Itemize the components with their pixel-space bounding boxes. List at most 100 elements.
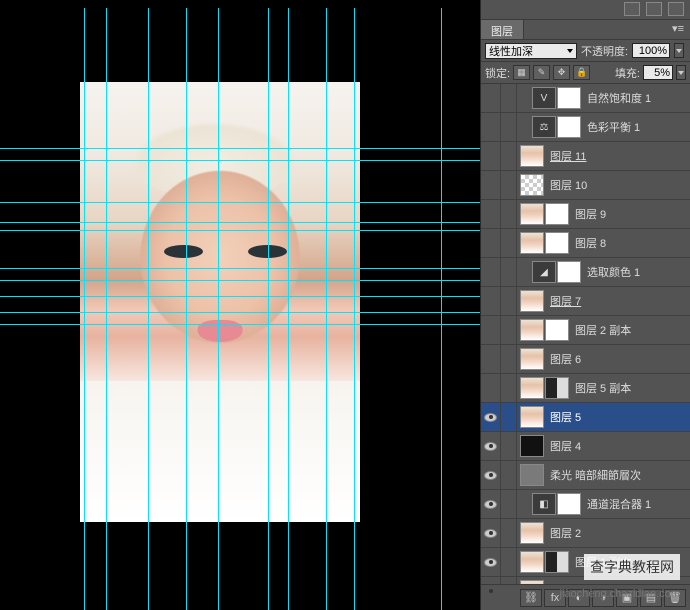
- panel-icon-3[interactable]: [668, 2, 684, 16]
- layer-thumbnail[interactable]: [520, 290, 544, 312]
- visibility-toggle[interactable]: [481, 374, 501, 402]
- layer-thumbnail[interactable]: [520, 348, 544, 370]
- tab-layers[interactable]: 图层: [481, 20, 524, 39]
- layer-thumbnail[interactable]: V: [532, 87, 556, 109]
- layer-name[interactable]: 图层 2: [550, 525, 687, 541]
- visibility-toggle[interactable]: [481, 171, 501, 199]
- layer-name[interactable]: 图层 8: [575, 235, 687, 251]
- layer-thumbnail[interactable]: [520, 377, 544, 399]
- layer-name[interactable]: 图层 11: [550, 148, 687, 164]
- photoshop-canvas-area[interactable]: [0, 0, 480, 610]
- layer-thumbnail[interactable]: ◧: [532, 493, 556, 515]
- layer-thumbnail[interactable]: [520, 174, 544, 196]
- visibility-toggle[interactable]: [481, 200, 501, 228]
- layer-thumbnail[interactable]: [520, 464, 544, 486]
- layer-row[interactable]: 图层 8: [481, 229, 690, 258]
- layer-thumbnail[interactable]: [520, 522, 544, 544]
- visibility-toggle[interactable]: [481, 548, 501, 576]
- layer-row[interactable]: 图层 10: [481, 171, 690, 200]
- layer-name[interactable]: 图层 7: [550, 293, 687, 309]
- layer-row[interactable]: 图层 5 副本: [481, 374, 690, 403]
- photo-content: [80, 82, 360, 522]
- opacity-stepper[interactable]: [674, 43, 684, 58]
- layer-row[interactable]: ⚖ 色彩平衡 1: [481, 113, 690, 142]
- layer-name[interactable]: 图层 9: [575, 206, 687, 222]
- layer-thumbnail[interactable]: [557, 116, 581, 138]
- visibility-toggle[interactable]: [481, 345, 501, 373]
- layer-name[interactable]: 图层 5: [550, 409, 687, 425]
- panel-tabs: 图层 ▾≡: [481, 20, 690, 40]
- fill-stepper[interactable]: [676, 65, 686, 80]
- layer-row[interactable]: 图层 2 副本: [481, 316, 690, 345]
- visibility-toggle[interactable]: [481, 84, 501, 112]
- layer-thumbnail[interactable]: [520, 145, 544, 167]
- layer-row[interactable]: ◢ 选取颜色 1: [481, 258, 690, 287]
- lock-transparent-button[interactable]: ▦: [513, 65, 530, 80]
- link-layers-button[interactable]: ⛓: [520, 589, 542, 607]
- visibility-toggle[interactable]: [481, 461, 501, 489]
- layer-thumbnail[interactable]: ⚖: [532, 116, 556, 138]
- link-column: [501, 403, 517, 431]
- panel-icon-1[interactable]: [624, 2, 640, 16]
- lock-all-button[interactable]: 🔒: [573, 65, 590, 80]
- visibility-toggle[interactable]: [481, 490, 501, 518]
- layer-row[interactable]: 图层 9: [481, 200, 690, 229]
- layer-thumbnail[interactable]: [520, 435, 544, 457]
- layer-row[interactable]: 图层 7: [481, 287, 690, 316]
- blend-mode-select[interactable]: 线性加深: [485, 43, 577, 59]
- layer-row[interactable]: 柔光 暗部細節層次: [481, 461, 690, 490]
- layer-row[interactable]: 图层 5: [481, 403, 690, 432]
- layer-row[interactable]: V 自然饱和度 1: [481, 84, 690, 113]
- layer-row[interactable]: ◧ 通道混合器 1: [481, 490, 690, 519]
- visibility-toggle[interactable]: [481, 287, 501, 315]
- layer-thumbnail[interactable]: [557, 261, 581, 283]
- visibility-toggle[interactable]: [481, 519, 501, 547]
- visibility-toggle[interactable]: [481, 432, 501, 460]
- layer-thumbnail[interactable]: [545, 377, 569, 399]
- panel-icon-2[interactable]: [646, 2, 662, 16]
- layer-thumbnail[interactable]: [520, 232, 544, 254]
- layer-thumbnail[interactable]: [520, 203, 544, 225]
- layer-row[interactable]: 图层 2: [481, 519, 690, 548]
- fill-input[interactable]: 5%: [643, 65, 673, 80]
- layer-thumbnail[interactable]: [545, 232, 569, 254]
- layer-thumbnail[interactable]: [545, 203, 569, 225]
- visibility-toggle[interactable]: [481, 316, 501, 344]
- layer-thumbnail[interactable]: [520, 319, 544, 341]
- layer-name[interactable]: 图层 5 副本: [575, 380, 687, 396]
- panel-menu-icon[interactable]: ▾≡: [666, 20, 690, 39]
- layers-list[interactable]: V 自然饱和度 1 ⚖ 色彩平衡 1 图层 11 图层 10 图层 9 图层 8 ◢ 选取颜色 1…: [481, 84, 690, 584]
- layer-name[interactable]: 自然饱和度 1: [587, 90, 687, 106]
- layer-name[interactable]: 图层 6: [550, 351, 687, 367]
- link-column: [501, 287, 517, 315]
- layer-row[interactable]: 图层 11: [481, 142, 690, 171]
- document-canvas[interactable]: [80, 82, 360, 522]
- layer-thumbnail[interactable]: [545, 551, 569, 573]
- layer-thumbnail[interactable]: [557, 493, 581, 515]
- visibility-toggle[interactable]: [481, 142, 501, 170]
- visibility-toggle[interactable]: [481, 258, 501, 286]
- layer-name[interactable]: 图层 2 副本: [575, 322, 687, 338]
- layer-row[interactable]: 图层 4: [481, 432, 690, 461]
- layer-name[interactable]: 图层 4: [550, 438, 687, 454]
- layer-row[interactable]: 图层 6: [481, 345, 690, 374]
- visibility-toggle[interactable]: [481, 403, 501, 431]
- layer-name[interactable]: 色彩平衡 1: [587, 119, 687, 135]
- lock-fill-row: 锁定: ▦ ✎ ✥ 🔒 填充: 5%: [481, 62, 690, 84]
- opacity-input[interactable]: 100%: [632, 43, 670, 58]
- layer-thumbnail[interactable]: ◢: [532, 261, 556, 283]
- visibility-toggle[interactable]: [481, 113, 501, 141]
- lock-pixels-button[interactable]: ✎: [533, 65, 550, 80]
- layer-thumbnail[interactable]: [545, 319, 569, 341]
- link-column: [501, 258, 517, 286]
- lock-position-button[interactable]: ✥: [553, 65, 570, 80]
- visibility-toggle[interactable]: [481, 577, 501, 584]
- layer-name[interactable]: 图层 10: [550, 177, 687, 193]
- visibility-toggle[interactable]: [481, 229, 501, 257]
- layer-name[interactable]: 柔光 暗部細節層次: [550, 467, 687, 483]
- layer-thumbnail[interactable]: [520, 551, 544, 573]
- layer-name[interactable]: 通道混合器 1: [587, 496, 687, 512]
- layer-thumbnail[interactable]: [520, 406, 544, 428]
- layer-thumbnail[interactable]: [557, 87, 581, 109]
- layer-name[interactable]: 选取颜色 1: [587, 264, 687, 280]
